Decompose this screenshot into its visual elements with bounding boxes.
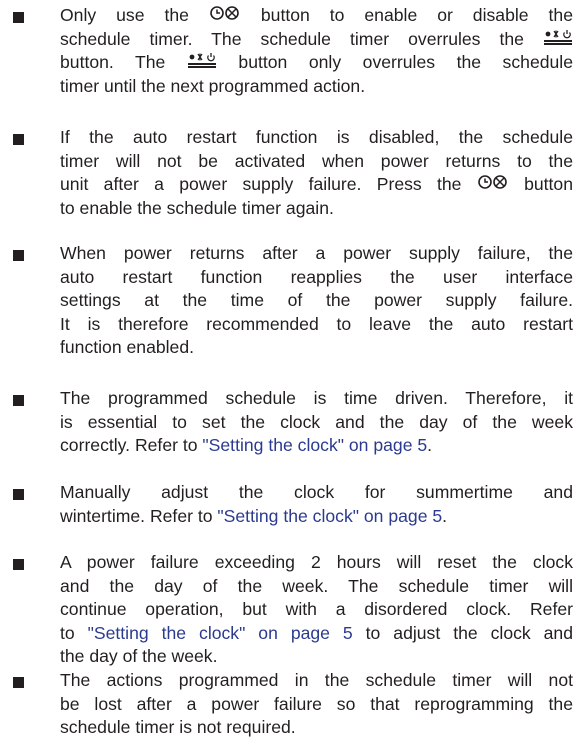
text-line: A power failure exceeding 2 hours will r… (60, 551, 573, 575)
text-line: settings at the time of the power supply… (60, 289, 573, 313)
bullet-text-5: Manually adjust the clock for summertime… (60, 481, 573, 528)
text-line: timer until the next programmed action. (60, 75, 573, 99)
text-line: When power returns after a power supply … (60, 242, 573, 266)
text-line: Only use the button to enable or disable… (60, 4, 573, 28)
text-run: A power failure exceeding 2 hours will r… (60, 552, 573, 572)
bullet-square (13, 559, 24, 570)
text-line: wintertime. Refer to "Setting the clock"… (60, 505, 573, 529)
cross-reference-link[interactable]: "Setting the clock" on page 5 (88, 623, 353, 643)
text-run: If the auto restart function is disabled… (60, 127, 573, 147)
bullet-square (13, 134, 24, 145)
text-line: to enable the schedule timer again. (60, 197, 573, 221)
text-run: correctly. Refer to (60, 435, 203, 455)
text-run: It is therefore recommended to leave the… (60, 313, 573, 334)
cross-reference-link[interactable]: "Setting the clock" on page 5 (217, 506, 442, 526)
bullet-square (13, 250, 24, 261)
text-line: The programmed schedule is time driven. … (60, 387, 573, 411)
on-off-mode-icon (543, 29, 573, 45)
text-line: to "Setting the clock" on page 5 to adju… (60, 622, 573, 646)
document-page: Only use the button to enable or disable… (0, 0, 583, 745)
bullet-text-2: If the auto restart function is disabled… (60, 126, 573, 220)
text-run: auto restart function reapplies the user… (60, 266, 573, 287)
text-line: the day of the week. (60, 645, 573, 669)
bullet-square (13, 489, 24, 500)
text-run: is essential to set the clock and the da… (60, 411, 573, 432)
text-run: function enabled. (60, 337, 195, 357)
text-run: Manually adjust the clock for summertime… (60, 482, 573, 502)
timer-icon (209, 5, 241, 21)
text-run: unit after a power supply failure. Press… (60, 174, 477, 194)
bullet-text-1: Only use the button to enable or disable… (60, 4, 573, 98)
text-run: be lost after a power failure so that re… (60, 693, 573, 714)
text-line: is essential to set the clock and the da… (60, 411, 573, 435)
text-line: It is therefore recommended to leave the… (60, 313, 573, 337)
text-run: to (60, 622, 88, 643)
text-run: button only overrules the schedule (216, 52, 573, 72)
text-run: The programmed schedule is time driven. … (60, 388, 573, 408)
text-line: If the auto restart function is disabled… (60, 126, 573, 150)
text-run: to adjust the clock and (352, 622, 574, 643)
bullet-square (13, 395, 24, 406)
text-run: timer until the next programmed action. (60, 75, 366, 96)
text-run: the day of the week. (60, 646, 218, 666)
bullet-text-3: When power returns after a power supply … (60, 242, 573, 360)
text-run: schedule timer is not required. (60, 717, 296, 737)
text-run: . (427, 435, 433, 455)
text-line: be lost after a power failure so that re… (60, 693, 573, 717)
text-line: Manually adjust the clock for summertime… (60, 481, 573, 505)
text-run: Only use the (60, 5, 209, 25)
text-line: timer will not be activated when power r… (60, 150, 573, 174)
text-run: continue operation, but with a disordere… (60, 599, 573, 619)
text-run: timer will not be activated when power r… (60, 150, 573, 171)
bullet-square (13, 677, 24, 688)
text-line: schedule timer. The schedule timer overr… (60, 28, 573, 52)
text-line: and the day of the week. The schedule ti… (60, 575, 573, 599)
text-run: button (508, 174, 573, 194)
text-line: continue operation, but with a disordere… (60, 598, 573, 622)
text-run: and the day of the week. The schedule ti… (60, 575, 573, 596)
text-line: auto restart function reapplies the user… (60, 266, 573, 290)
text-run: button. The (60, 52, 187, 72)
bullet-text-6: A power failure exceeding 2 hours will r… (60, 551, 573, 669)
on-off-mode-icon (187, 52, 217, 68)
text-line: unit after a power supply failure. Press… (60, 173, 573, 197)
text-run: settings at the time of the power supply… (60, 290, 573, 310)
text-run: wintertime. Refer to (60, 505, 218, 526)
bullet-square (13, 12, 24, 23)
text-line: function enabled. (60, 336, 573, 360)
bullet-text-7: The actions programmed in the schedule t… (60, 669, 573, 740)
text-line: button. The button only overrules the sc… (60, 51, 573, 75)
text-line: correctly. Refer to "Setting the clock" … (60, 434, 573, 458)
cross-reference-link[interactable]: "Setting the clock" on page 5 (202, 435, 427, 455)
text-run: When power returns after a power supply … (60, 243, 573, 263)
timer-icon (477, 174, 509, 190)
text-run: . (442, 505, 448, 526)
text-line: The actions programmed in the schedule t… (60, 669, 573, 693)
text-run: button to enable or disable the (240, 5, 573, 25)
text-run: The actions programmed in the schedule t… (60, 670, 573, 690)
text-line: schedule timer is not required. (60, 716, 573, 740)
text-run: schedule timer. The schedule timer overr… (60, 28, 543, 49)
text-run: to enable the schedule timer again. (60, 197, 334, 218)
bullet-text-4: The programmed schedule is time driven. … (60, 387, 573, 458)
